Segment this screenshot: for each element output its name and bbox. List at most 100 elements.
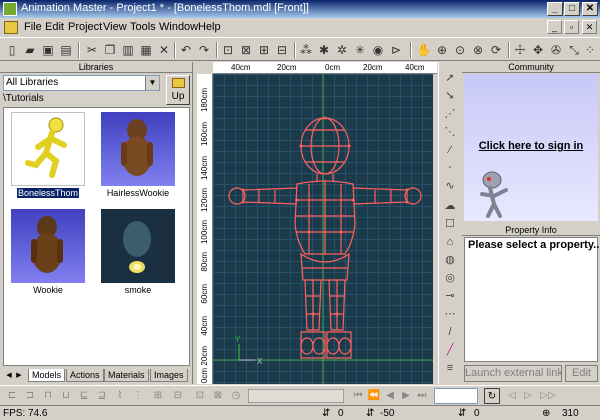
close-button[interactable]: ✕ bbox=[582, 2, 598, 16]
mdi-restore-button[interactable]: ▫ bbox=[564, 20, 579, 34]
zoom-in-icon[interactable]: ⊗ bbox=[470, 42, 486, 58]
bias-icon[interactable]: ◎ bbox=[442, 270, 458, 286]
save-icon[interactable]: ▣ bbox=[40, 42, 56, 58]
tab-images[interactable]: Images bbox=[150, 369, 188, 382]
turn-icon[interactable]: ⟳ bbox=[488, 42, 504, 58]
menu-tools[interactable]: Tools bbox=[130, 21, 156, 33]
launch-external-link-button[interactable]: Launch external link bbox=[464, 365, 562, 382]
zoom-icon[interactable]: ⊕ bbox=[434, 42, 450, 58]
menu-file[interactable]: File bbox=[24, 21, 42, 33]
extrude-icon[interactable]: ⋱ bbox=[442, 124, 458, 140]
peak-icon[interactable]: ⋅ bbox=[442, 160, 458, 176]
add-arrow-icon[interactable]: ➘ bbox=[442, 88, 458, 104]
record-icon[interactable]: ⊳ bbox=[388, 42, 404, 58]
menu-window[interactable]: Window bbox=[159, 21, 198, 33]
first-frame-icon[interactable]: ⏮ bbox=[350, 388, 366, 404]
thumbnail-label[interactable]: HairlessWookie bbox=[94, 188, 182, 198]
scale-icon[interactable]: ⤡ bbox=[566, 42, 582, 58]
thumbnail-hairlesswookie[interactable] bbox=[101, 112, 175, 186]
hook-icon[interactable]: ◍ bbox=[442, 252, 458, 268]
front-view-grid[interactable]: Y X bbox=[213, 74, 433, 384]
key-filter-icon[interactable]: ⊡ bbox=[192, 388, 208, 404]
smooth-icon[interactable]: ∿ bbox=[442, 178, 458, 194]
redo-icon[interactable]: ↷ bbox=[196, 42, 212, 58]
mdi-close-button[interactable]: ✕ bbox=[582, 20, 597, 34]
end-icon[interactable]: ▷▷ bbox=[540, 388, 556, 404]
key-spline-icon[interactable]: ⊑ bbox=[76, 388, 92, 404]
tab-scroll-right-icon[interactable]: ▶ bbox=[14, 369, 24, 382]
paste-mirror-icon[interactable]: ▦ bbox=[138, 42, 154, 58]
save-all-icon[interactable]: ▤ bbox=[58, 42, 74, 58]
chevron-down-icon[interactable]: ▼ bbox=[145, 76, 159, 90]
render-icon[interactable]: ⊟ bbox=[274, 42, 290, 58]
maximize-button[interactable]: □ bbox=[564, 2, 580, 16]
play-icon[interactable]: ▶ bbox=[398, 388, 414, 404]
up-button[interactable]: Up bbox=[166, 75, 190, 105]
group-icon[interactable]: ⊸ bbox=[442, 288, 458, 304]
keyframe-icon[interactable]: ⊏ bbox=[4, 388, 20, 404]
time-icon[interactable]: ◷ bbox=[228, 388, 244, 404]
key-muscle-icon[interactable]: ⊔ bbox=[58, 388, 74, 404]
paste-icon[interactable]: ▥ bbox=[120, 42, 136, 58]
hand-icon[interactable]: ✋ bbox=[416, 42, 432, 58]
camera-icon[interactable]: ⊞ bbox=[256, 42, 272, 58]
thumbnail-label[interactable]: smoke bbox=[94, 285, 182, 295]
tab-models[interactable]: Models bbox=[28, 369, 66, 382]
pen-icon[interactable]: ╱ bbox=[442, 342, 458, 358]
prev-key-icon[interactable]: ⏪ bbox=[366, 388, 382, 404]
etc-icon[interactable]: ⋮ bbox=[130, 388, 146, 404]
timeline-scrollbar[interactable] bbox=[248, 389, 344, 403]
key-all-icon[interactable]: ⊐ bbox=[22, 388, 38, 404]
thumbnail-smoke[interactable] bbox=[101, 209, 175, 283]
thumbnail-wookie[interactable] bbox=[11, 209, 85, 283]
menu-edit[interactable]: Edit bbox=[45, 21, 64, 33]
sign-in-link[interactable]: Click here to sign in bbox=[464, 140, 598, 152]
animate-icon[interactable]: ✳ bbox=[352, 42, 368, 58]
key-time-icon[interactable]: ⊠ bbox=[210, 388, 226, 404]
skeletal-icon[interactable]: ✲ bbox=[334, 42, 350, 58]
wireframe-model[interactable]: Y X bbox=[213, 74, 433, 384]
dots-icon[interactable]: ⋯ bbox=[442, 306, 458, 322]
tab-actions[interactable]: Actions bbox=[66, 369, 104, 382]
frame-number-field[interactable] bbox=[434, 388, 478, 404]
frame-icon[interactable]: ⊡ bbox=[220, 42, 236, 58]
mdi-minimize-button[interactable]: _ bbox=[547, 20, 562, 34]
brush-icon[interactable]: / bbox=[442, 324, 458, 340]
tab-scroll-left-icon[interactable]: ◀ bbox=[4, 369, 14, 382]
key-group-icon[interactable]: ⌇ bbox=[112, 388, 128, 404]
open-icon[interactable]: ▰ bbox=[22, 42, 38, 58]
frame-all-icon[interactable]: ⊠ bbox=[238, 42, 254, 58]
step-forward-icon[interactable]: ▷ bbox=[520, 388, 536, 404]
zoom-fit-icon[interactable]: ⊙ bbox=[452, 42, 468, 58]
knife-icon[interactable]: ⁄ bbox=[442, 142, 458, 158]
last-frame-icon[interactable]: ⏭ bbox=[414, 388, 430, 404]
thumbnail-label[interactable]: Wookie bbox=[4, 285, 92, 295]
key-mode-icon[interactable]: ⊟ bbox=[170, 388, 186, 404]
delete-icon[interactable]: ✕ bbox=[156, 42, 172, 58]
select-icon[interactable]: ☩ bbox=[512, 42, 528, 58]
thumbnail-bonelessthom[interactable] bbox=[11, 112, 85, 186]
lathe-icon[interactable]: ⋰ bbox=[442, 106, 458, 122]
undo-icon[interactable]: ↶ bbox=[178, 42, 194, 58]
document-icon[interactable] bbox=[4, 21, 18, 34]
menu-project[interactable]: Project bbox=[68, 21, 102, 33]
minimize-button[interactable]: _ bbox=[547, 2, 563, 16]
copy-icon[interactable]: ❐ bbox=[102, 42, 118, 58]
stripes-icon[interactable]: ≡ bbox=[442, 360, 458, 376]
more-tools-icon[interactable]: ⁘ bbox=[582, 42, 598, 58]
thumbnail-label[interactable]: BonelessThom bbox=[4, 188, 92, 198]
cut-icon[interactable]: ✂ bbox=[84, 42, 100, 58]
menu-help[interactable]: Help bbox=[198, 21, 221, 33]
choreography-icon[interactable]: ◉ bbox=[370, 42, 386, 58]
lock-icon[interactable]: ⌂ bbox=[442, 234, 458, 250]
menu-view[interactable]: View bbox=[103, 21, 127, 33]
tab-materials[interactable]: Materials bbox=[104, 369, 149, 382]
key-reduce-icon[interactable]: ⊞ bbox=[150, 388, 166, 404]
rotate-icon[interactable]: ✇ bbox=[548, 42, 564, 58]
key-bones-icon[interactable]: ⊓ bbox=[40, 388, 56, 404]
edit-button[interactable]: Edit bbox=[565, 365, 598, 382]
bones-icon[interactable]: ⁂ bbox=[298, 42, 314, 58]
select-arrow-icon[interactable]: ➚ bbox=[442, 70, 458, 86]
play-back-icon[interactable]: ◀ bbox=[382, 388, 398, 404]
muscle-icon[interactable]: ✱ bbox=[316, 42, 332, 58]
